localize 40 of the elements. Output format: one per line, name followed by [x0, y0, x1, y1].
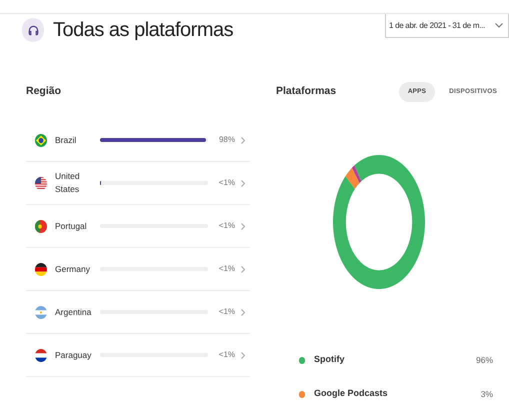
legend-label: Google Podcasts	[314, 387, 388, 400]
section-title: Região	[26, 84, 62, 100]
region-row[interactable]: Argentina <1%	[26, 291, 250, 334]
legend-value: 96%	[476, 354, 493, 366]
chevron-right-icon	[241, 180, 245, 186]
region-row[interactable]: Paraguay <1%	[26, 334, 250, 377]
flag-icon	[35, 220, 47, 232]
region-row[interactable]: United States <1%	[26, 162, 250, 205]
country-name: United States	[55, 170, 81, 196]
percentage: <1%	[218, 220, 235, 232]
headphones-icon	[22, 18, 44, 42]
page-title: Todas as plataformas	[53, 18, 234, 43]
percentage: <1%	[218, 263, 235, 275]
region-row[interactable]: Germany <1%	[26, 248, 250, 291]
region-row[interactable]: Brazil 98%	[26, 119, 250, 162]
chevron-right-icon	[241, 222, 245, 230]
legend-value: 3%	[480, 388, 493, 400]
region-row[interactable]: Portugal <1%	[26, 205, 250, 248]
country-name: Germany	[55, 262, 91, 276]
percentage: <1%	[218, 349, 235, 361]
country-name: Argentina	[55, 306, 92, 318]
flag-icon	[35, 134, 47, 146]
section-title: Plataformas	[276, 84, 336, 100]
country-name: Paraguay	[55, 348, 92, 362]
percentage: <1%	[218, 306, 235, 318]
legend-label: Spotify	[314, 353, 344, 366]
date-range-dropdown[interactable]: 1 de abr. de 2021 - 31 de m...	[385, 14, 509, 38]
flag-icon	[35, 348, 47, 362]
chevron-down-icon	[495, 23, 503, 28]
country-name: Brazil	[55, 134, 78, 146]
flag-icon	[35, 306, 47, 318]
percentage: 98%	[218, 134, 235, 146]
flag-icon	[35, 176, 47, 190]
chevron-right-icon	[241, 266, 245, 272]
chevron-right-icon	[241, 352, 245, 358]
flag-icon	[35, 262, 47, 276]
chevron-right-icon	[241, 308, 245, 316]
country-name: Portugal	[55, 220, 88, 232]
chevron-right-icon	[241, 136, 245, 144]
percentage: <1%	[218, 177, 235, 189]
